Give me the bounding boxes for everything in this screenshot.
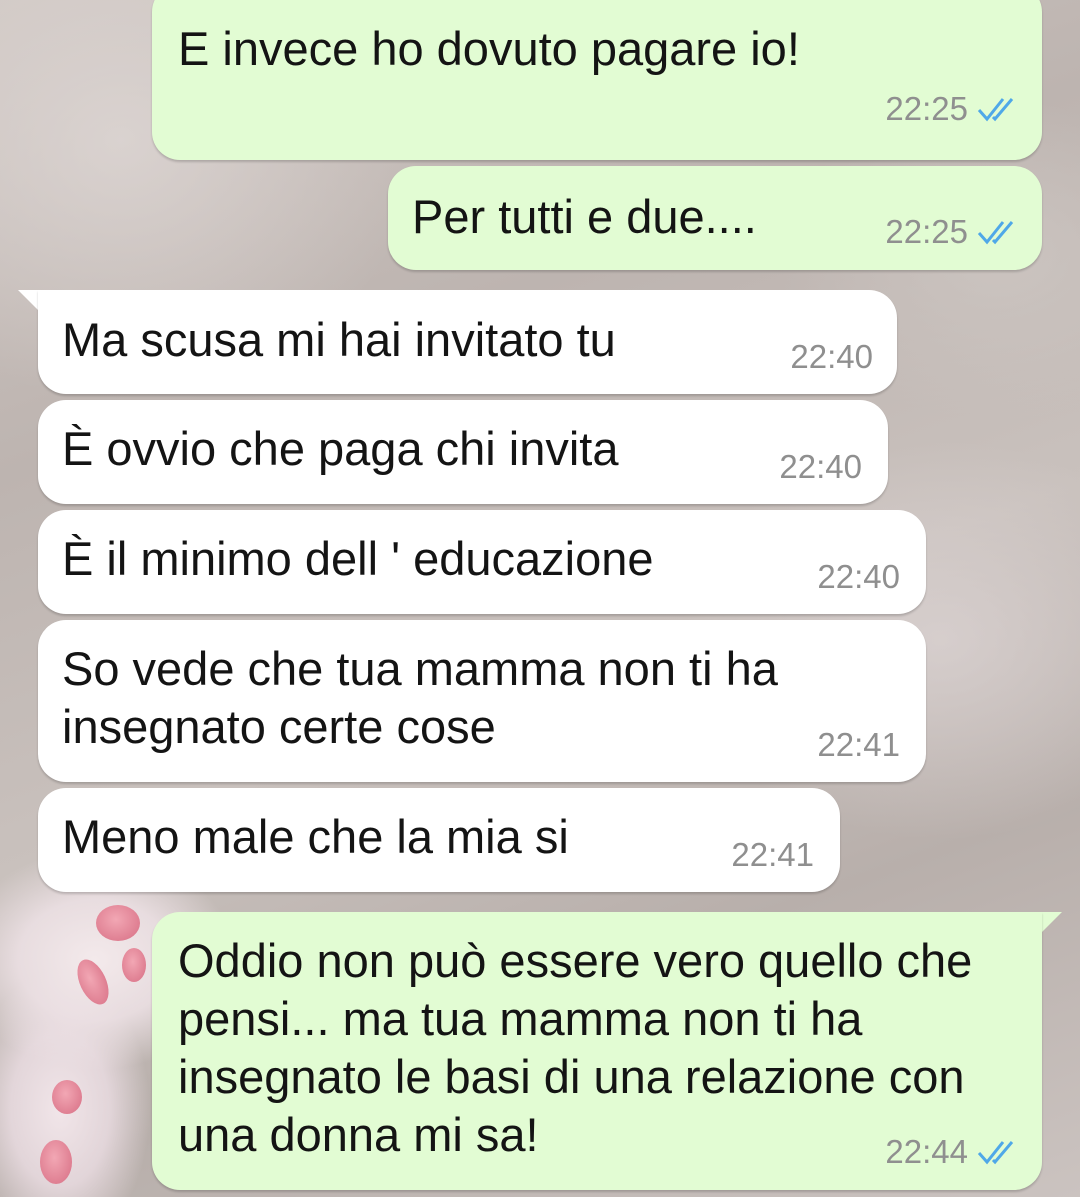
message-time: 22:44 — [885, 1133, 968, 1170]
message-time: 22:41 — [817, 726, 900, 763]
message-meta: 22:41 — [817, 727, 900, 763]
message-meta: 22:44 — [885, 1134, 1020, 1170]
message-time: 22:40 — [817, 558, 900, 595]
message-bubble-incoming[interactable]: È ovvio che paga chi invita 22:40 — [38, 400, 888, 504]
message-bubble-incoming[interactable]: Meno male che la mia si 22:41 — [38, 788, 840, 892]
message-text: Ma scusa mi hai invitato tu — [62, 313, 616, 366]
message-time: 22:41 — [731, 836, 814, 873]
message-time: 22:40 — [790, 338, 873, 375]
message-text: Per tutti e due.... — [412, 190, 757, 243]
message-time: 22:40 — [779, 448, 862, 485]
message-time: 22:25 — [885, 90, 968, 127]
double-check-read-icon — [977, 221, 1014, 245]
bubble-tail — [18, 290, 40, 312]
message-bubble-outgoing[interactable]: Per tutti e due.... 22:25 — [388, 166, 1042, 270]
message-text: È ovvio che paga chi invita — [62, 422, 619, 475]
message-meta: 22:40 — [779, 449, 862, 485]
bubble-tail — [1040, 912, 1062, 934]
message-bubble-outgoing[interactable]: E invece ho dovuto pagare io! 22:25 — [152, 0, 1042, 160]
message-text: Oddio non può essere vero quello che pen… — [178, 934, 973, 1161]
message-text: Meno male che la mia si — [62, 810, 569, 863]
message-meta: 22:40 — [817, 559, 900, 595]
double-check-read-icon — [977, 1141, 1014, 1165]
double-check-read-icon — [977, 98, 1014, 122]
message-text: E invece ho dovuto pagare io! — [178, 22, 800, 75]
message-bubble-incoming[interactable]: Ma scusa mi hai invitato tu 22:40 — [38, 290, 897, 394]
message-text: È il minimo dell ' educazione — [62, 532, 654, 585]
message-text: So vede che tua mamma non ti ha insegnat… — [62, 642, 778, 753]
chat-conversation[interactable]: E invece ho dovuto pagare io! 22:25 Per … — [0, 0, 1080, 1197]
message-meta: 22:40 — [790, 339, 873, 375]
message-meta: 22:25 — [885, 91, 1020, 127]
message-meta: 22:25 — [885, 214, 1020, 250]
message-time: 22:25 — [885, 213, 968, 250]
message-bubble-incoming[interactable]: So vede che tua mamma non ti ha insegnat… — [38, 620, 926, 782]
message-bubble-incoming[interactable]: È il minimo dell ' educazione 22:40 — [38, 510, 926, 614]
message-bubble-outgoing[interactable]: Oddio non può essere vero quello che pen… — [152, 912, 1042, 1190]
message-meta: 22:41 — [731, 837, 814, 873]
